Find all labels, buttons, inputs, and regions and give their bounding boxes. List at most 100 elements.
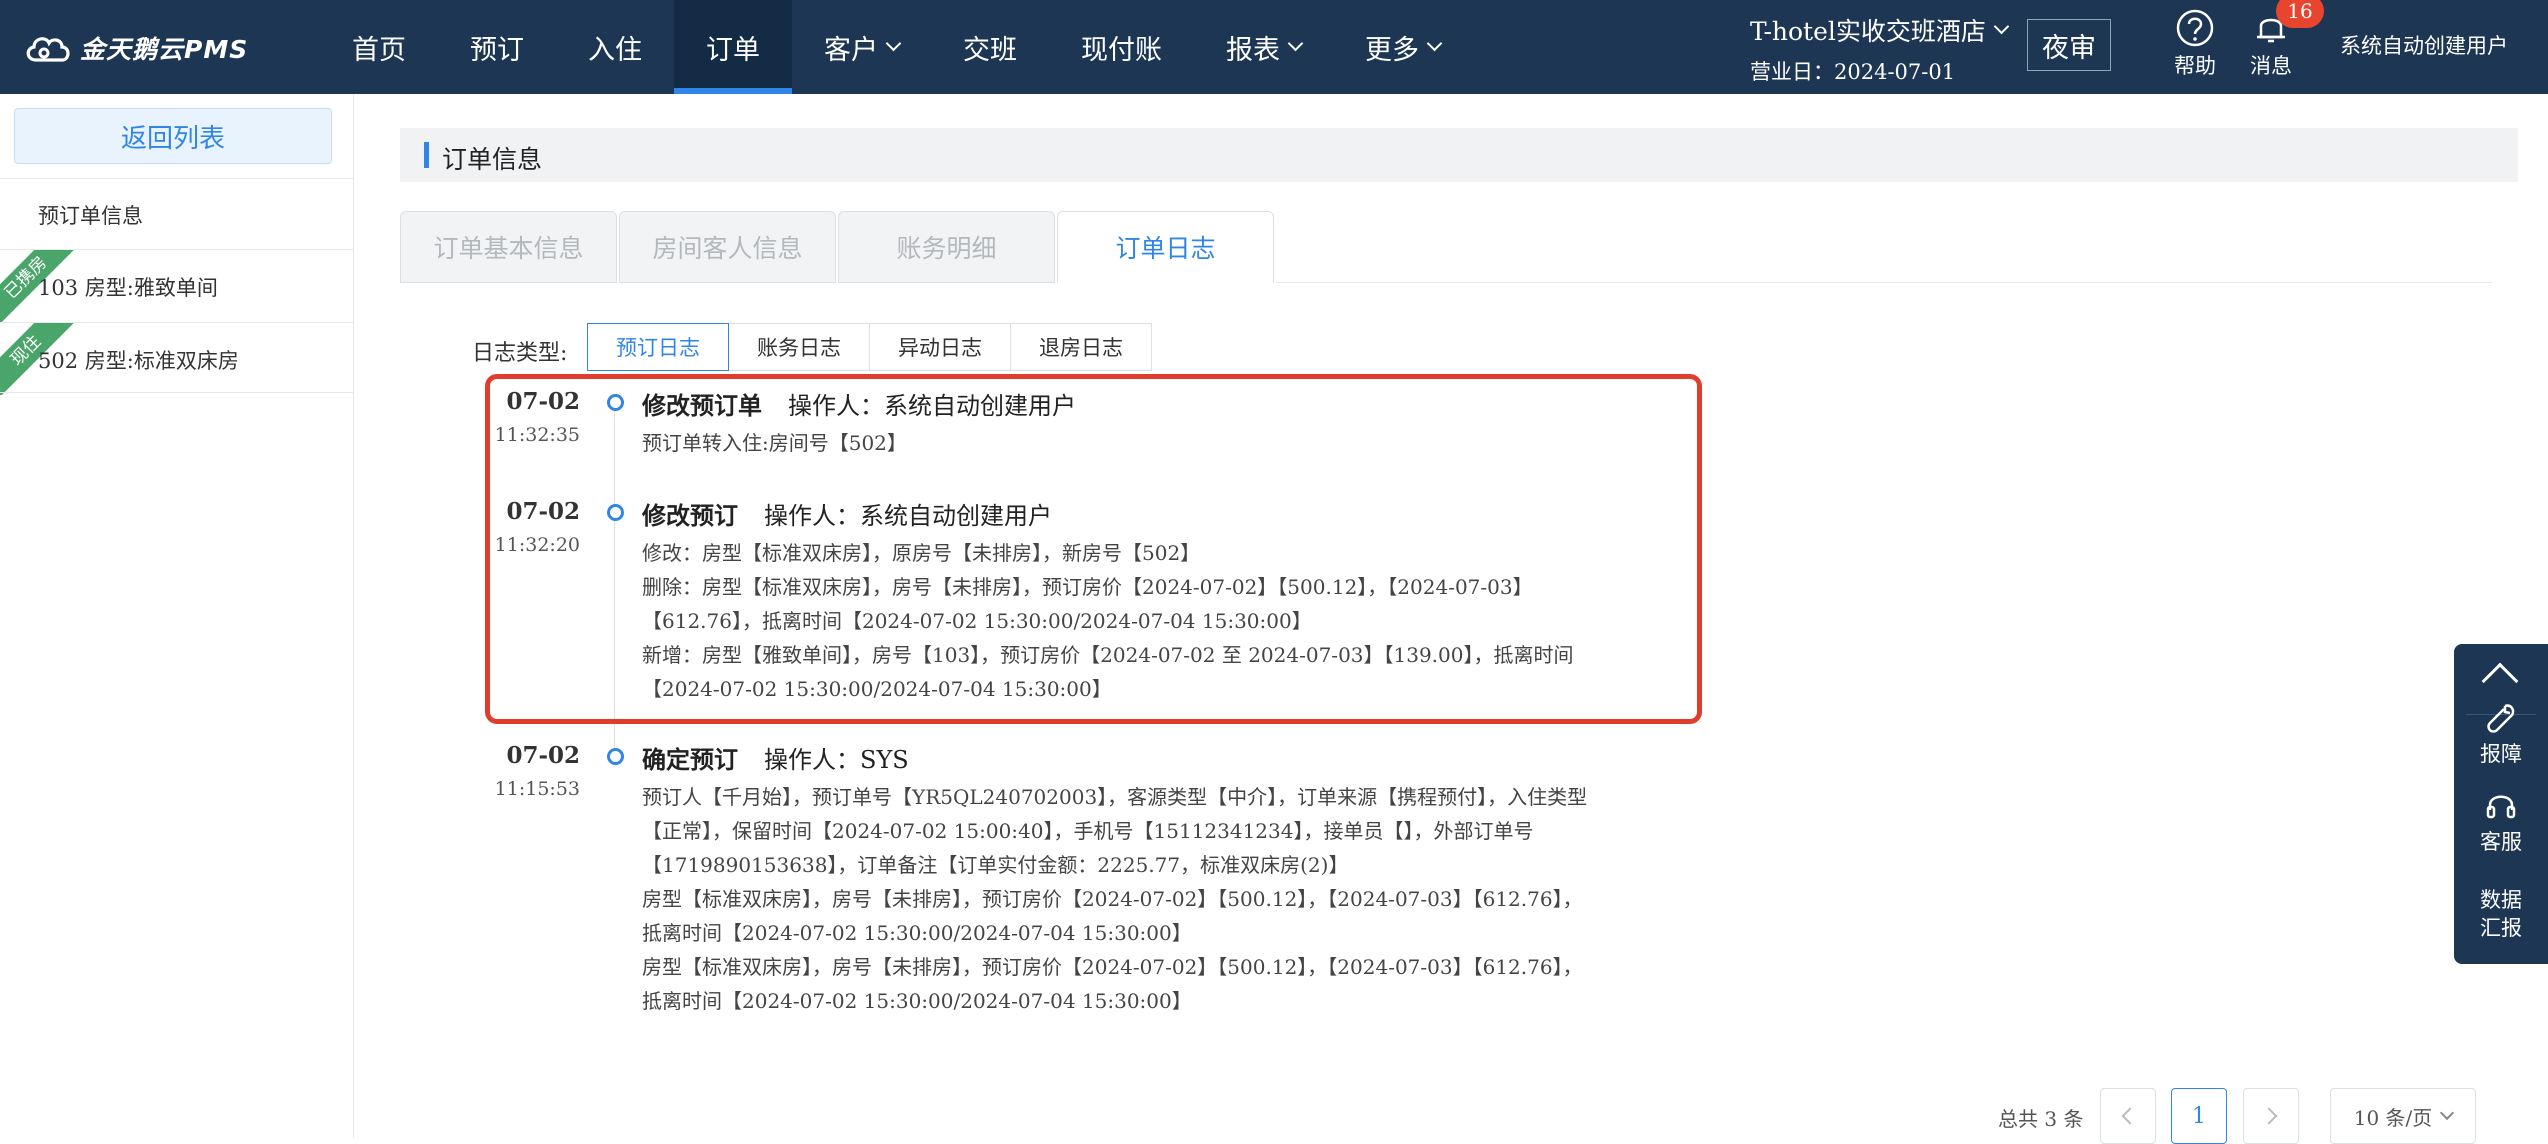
nav-item-8[interactable]: 更多 [1333,0,1472,94]
timeline-dot-icon [607,504,624,521]
log-tab-3[interactable]: 退房日志 [1010,323,1152,371]
help-button[interactable]: 帮助 [2160,8,2230,80]
log-entry-line: 修改：房型【标准双床房】，原房号【未排房】，新房号【502】 [642,541,1201,565]
nav-item-5[interactable]: 交班 [931,0,1049,94]
nav-item-4[interactable]: 客户 [792,0,931,94]
log-entry-line: 删除：房型【标准双床房】，房号【未排房】，预订房价【2024-07-02】【50… [642,575,1533,599]
nav-item-6[interactable]: 现付账 [1049,0,1194,94]
log-tab-2[interactable]: 异动日志 [869,323,1011,371]
log-entry-operator: 操作人：系统自动创建用户 [764,502,1052,530]
log-entry-title: 修改预订 [642,501,738,530]
back-to-top-icon[interactable] [2481,662,2519,700]
log-entry-operator: 操作人：系统自动创建用户 [788,392,1076,420]
log-tab-1[interactable]: 账务日志 [728,323,870,371]
cloud-logo-icon [26,37,70,62]
log-entry-operator: 操作人：SYS [764,746,909,774]
nav-item-label: 首页 [352,34,406,66]
help-icon [2176,9,2214,47]
night-audit-button[interactable]: 夜审 [2027,19,2111,71]
messages-label: 消息 [2250,54,2292,78]
log-entry-line: 【2024-07-02 15:30:00/2024-07-04 15:30:00… [642,677,1112,701]
hotel-name: T-hotel实收交班酒店 [1750,17,1986,46]
data-report-label-1: 数据 [2480,888,2522,912]
log-entry-line: 抵离时间【2024-07-02 15:30:00/2024-07-04 15:3… [642,989,1192,1013]
nav-item-label: 更多 [1365,34,1419,66]
chevron-right-icon [2260,1107,2278,1125]
data-report-label-2: 汇报 [2480,916,2522,940]
messages-button[interactable]: 16 消息 [2236,0,2324,80]
log-type-label: 日志类型: [472,341,568,366]
nav-item-label: 预订 [470,34,524,66]
timeline-dot-icon [607,748,624,765]
chevron-down-icon [1993,18,2010,34]
top-navigation-bar: 金天鹅云PMS 首页 预订 入住 订单 客户 交班 现付账 报表 更多 T-hotel实收交班酒… [0,0,2548,94]
log-entry-details: 预订人【千月始】，预订单号【YR5QL240702003】，客源类型【中介】，订… [642,780,1702,1018]
back-to-list-button[interactable]: 返回列表 [14,108,332,164]
tab-1[interactable]: 房间客人信息 [619,211,836,283]
user-name: 系统自动创建用户 [2340,34,2508,58]
floating-tool-panel: 报障 客服 数据 汇报 [2454,644,2548,964]
log-entry-time: 11:15:53 [494,778,580,800]
help-label: 帮助 [2174,54,2216,78]
sidebar-divider [0,178,353,179]
log-entry-line: 新增：房型【雅致单间】，房号【103】，预订房价【2024-07-02 至 20… [642,643,1574,667]
nav-item-label: 报表 [1226,34,1280,66]
sidebar-divider [0,392,353,393]
order-tabs: 订单基本信息 房间客人信息 账务明细 订单日志 [400,211,1276,283]
log-entry-title: 修改预订单 [642,391,762,420]
log-entry-line: 房型【标准双床房】，房号【未排房】，预订房价【2024-07-02】【500.1… [642,887,1583,911]
main-nav: 首页 预订 入住 订单 客户 交班 现付账 报表 更多 [320,0,1472,94]
log-entry-line: 房型【标准双床房】，房号【未排房】，预订房价【2024-07-02】【500.1… [642,955,1583,979]
app-logo[interactable]: 金天鹅云PMS [22,28,248,68]
page-number-button[interactable]: 1 [2171,1088,2227,1144]
report-issue-button[interactable]: 报障 [2454,700,2548,768]
chevron-down-icon [2440,1105,2455,1121]
nav-item-3[interactable]: 订单 [674,0,792,94]
log-tab-0[interactable]: 预订日志 [587,323,729,371]
chevron-down-icon [1426,35,1443,51]
log-entry-details: 修改：房型【标准双床房】，原房号【未排房】，新房号【502】删除：房型【标准双床… [642,536,1702,706]
log-entry-line: 【1719890153638】，订单备注【订单实付金额：2225.77，标准双床… [642,853,1349,877]
customer-service-button[interactable]: 客服 [2454,788,2548,856]
nav-item-7[interactable]: 报表 [1194,0,1333,94]
user-menu[interactable]: 系统自动创建用户 [2340,30,2508,60]
chevron-down-icon [885,35,902,51]
reservation-info-link[interactable]: 预订单信息 [38,200,143,230]
prev-page-button[interactable] [2100,1088,2156,1144]
nav-item-label: 现付账 [1081,34,1162,66]
nav-item-label: 入住 [588,34,642,66]
next-page-button[interactable] [2243,1088,2299,1144]
data-report-button[interactable]: 数据 汇报 [2454,886,2548,942]
log-entry-date: 07-02 [506,388,580,415]
order-info-header: 订单信息 [400,128,2518,182]
customer-service-label: 客服 [2480,830,2522,854]
app-logo-text: 金天鹅云PMS [80,35,249,64]
sidebar-room-item[interactable]: 现住 502 房型:标准双床房 [0,323,353,395]
nav-item-1[interactable]: 预订 [438,0,556,94]
tab-3[interactable]: 订单日志 [1057,211,1274,283]
nav-item-0[interactable]: 首页 [320,0,438,94]
chevron-down-icon [1287,35,1304,51]
log-entry-date: 07-02 [506,742,580,769]
log-entry-line: 【612.76】，抵离时间【2024-07-02 15:30:00/2024-0… [642,609,1312,633]
nav-item-label: 订单 [706,34,760,66]
log-entry-time: 11:32:20 [494,534,580,556]
room-item-label: 103 房型:雅致单间 [38,276,218,300]
log-entry-title: 确定预订 [642,745,738,774]
log-entry-details: 预订单转入住:房间号【502】 [642,426,1702,460]
order-sidebar: 返回列表 预订单信息 已携房 103 房型:雅致单间 现住 502 房型:标准双… [0,94,354,1138]
log-entry-time: 11:32:35 [494,424,580,446]
section-accent-bar [424,142,429,168]
tab-2[interactable]: 账务明细 [838,211,1055,283]
nav-item-label: 交班 [963,34,1017,66]
log-entry-line: 预订单转入住:房间号【502】 [642,431,907,455]
room-item-label: 502 房型:标准双床房 [38,349,239,373]
sidebar-room-item[interactable]: 已携房 103 房型:雅致单间 [0,250,353,322]
nav-item-label: 客户 [824,34,878,66]
hotel-selector[interactable]: T-hotel实收交班酒店 营业日：2024-07-01 [1750,12,2010,86]
nav-item-2[interactable]: 入住 [556,0,674,94]
tab-0[interactable]: 订单基本信息 [400,211,617,283]
business-date: 营业日：2024-07-01 [1750,60,1956,84]
log-entry-line: 抵离时间【2024-07-02 15:30:00/2024-07-04 15:3… [642,921,1192,945]
page-size-select[interactable]: 10 条/页 [2330,1088,2476,1144]
